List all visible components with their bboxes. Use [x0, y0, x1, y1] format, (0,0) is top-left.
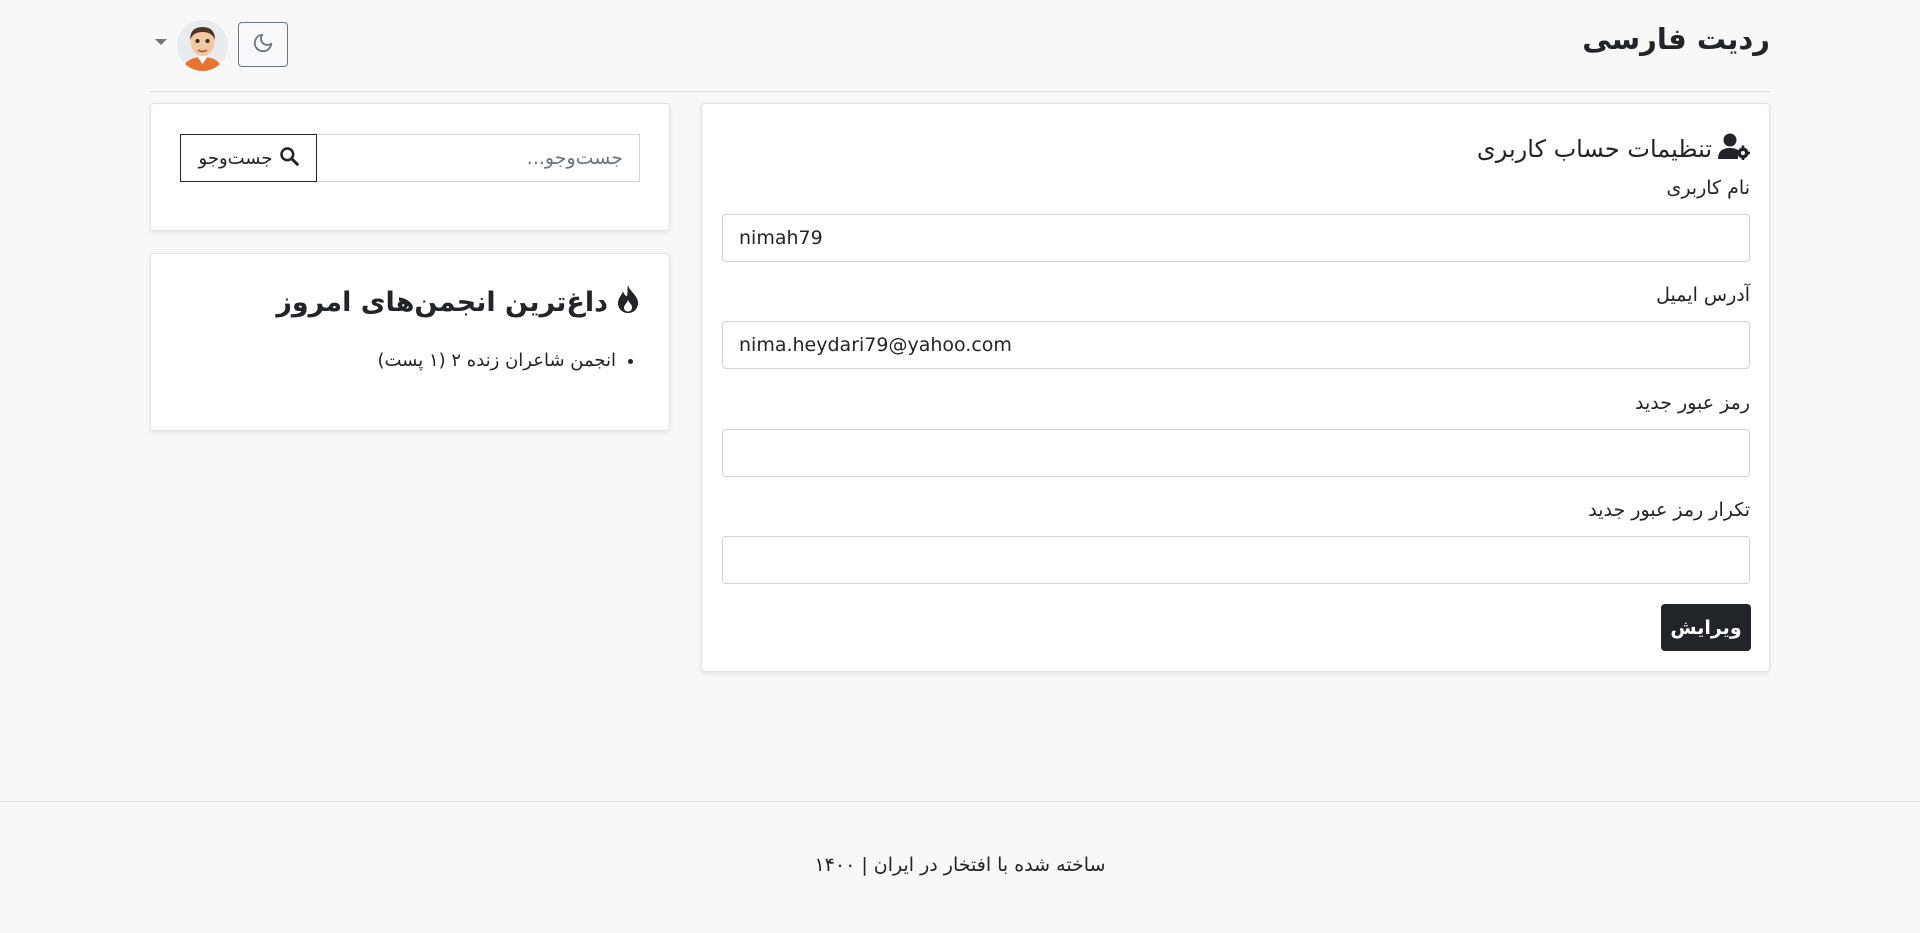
moon-icon	[252, 32, 274, 57]
account-settings-card: تنظیمات حساب کاربری نام کاربری آدرس ایمی…	[701, 103, 1770, 672]
hot-communities-title: داغ‌ترین انجمن‌های امروز	[276, 284, 640, 321]
search-input[interactable]	[315, 134, 640, 182]
email-label: آدرس ایمیل	[1656, 284, 1750, 306]
avatar[interactable]	[177, 20, 228, 71]
account-settings-title-text: تنظیمات حساب کاربری	[1476, 135, 1712, 163]
caret-down-icon[interactable]	[155, 39, 167, 45]
hot-communities-card: داغ‌ترین انجمن‌های امروز انجمن شاعران زن…	[150, 253, 670, 431]
email-input[interactable]	[722, 321, 1750, 369]
search-button-label: جست‌وجو	[198, 147, 273, 169]
account-settings-title: تنظیمات حساب کاربری	[1476, 132, 1751, 166]
site-brand-link[interactable]: ردیت فارسی	[1582, 22, 1770, 56]
community-link[interactable]: انجمن شاعران زنده ۲ (۱ پست)	[377, 350, 616, 371]
search-icon	[279, 146, 299, 171]
hot-communities-list: انجمن شاعران زنده ۲ (۱ پست)	[377, 350, 640, 371]
repeat-password-label: تکرار رمز عبور جدید	[1588, 499, 1750, 521]
search-button[interactable]: جست‌وجو	[180, 134, 317, 182]
list-item[interactable]: انجمن شاعران زنده ۲ (۱ پست)	[377, 350, 616, 371]
username-label: نام کاربری	[1666, 177, 1750, 199]
top-navbar: ردیت فارسی	[150, 0, 1770, 92]
footer-text: ساخته شده با افتخار در ایران | ۱۴۰۰	[814, 854, 1106, 876]
footer: ساخته شده با افتخار در ایران | ۱۴۰۰	[0, 801, 1920, 933]
edit-submit-button[interactable]: ویرایش	[1661, 604, 1751, 651]
hot-communities-title-text: داغ‌ترین انجمن‌های امروز	[276, 287, 608, 318]
repeat-password-input[interactable]	[722, 536, 1750, 584]
theme-toggle-button[interactable]	[238, 22, 288, 67]
new-password-input[interactable]	[722, 429, 1750, 477]
username-input[interactable]	[722, 214, 1750, 262]
new-password-label: رمز عبور جدید	[1635, 392, 1750, 414]
avatar-icon	[177, 20, 228, 71]
search-card: جست‌وجو	[150, 103, 670, 231]
fire-icon	[616, 284, 640, 321]
user-gear-icon	[1718, 132, 1751, 166]
